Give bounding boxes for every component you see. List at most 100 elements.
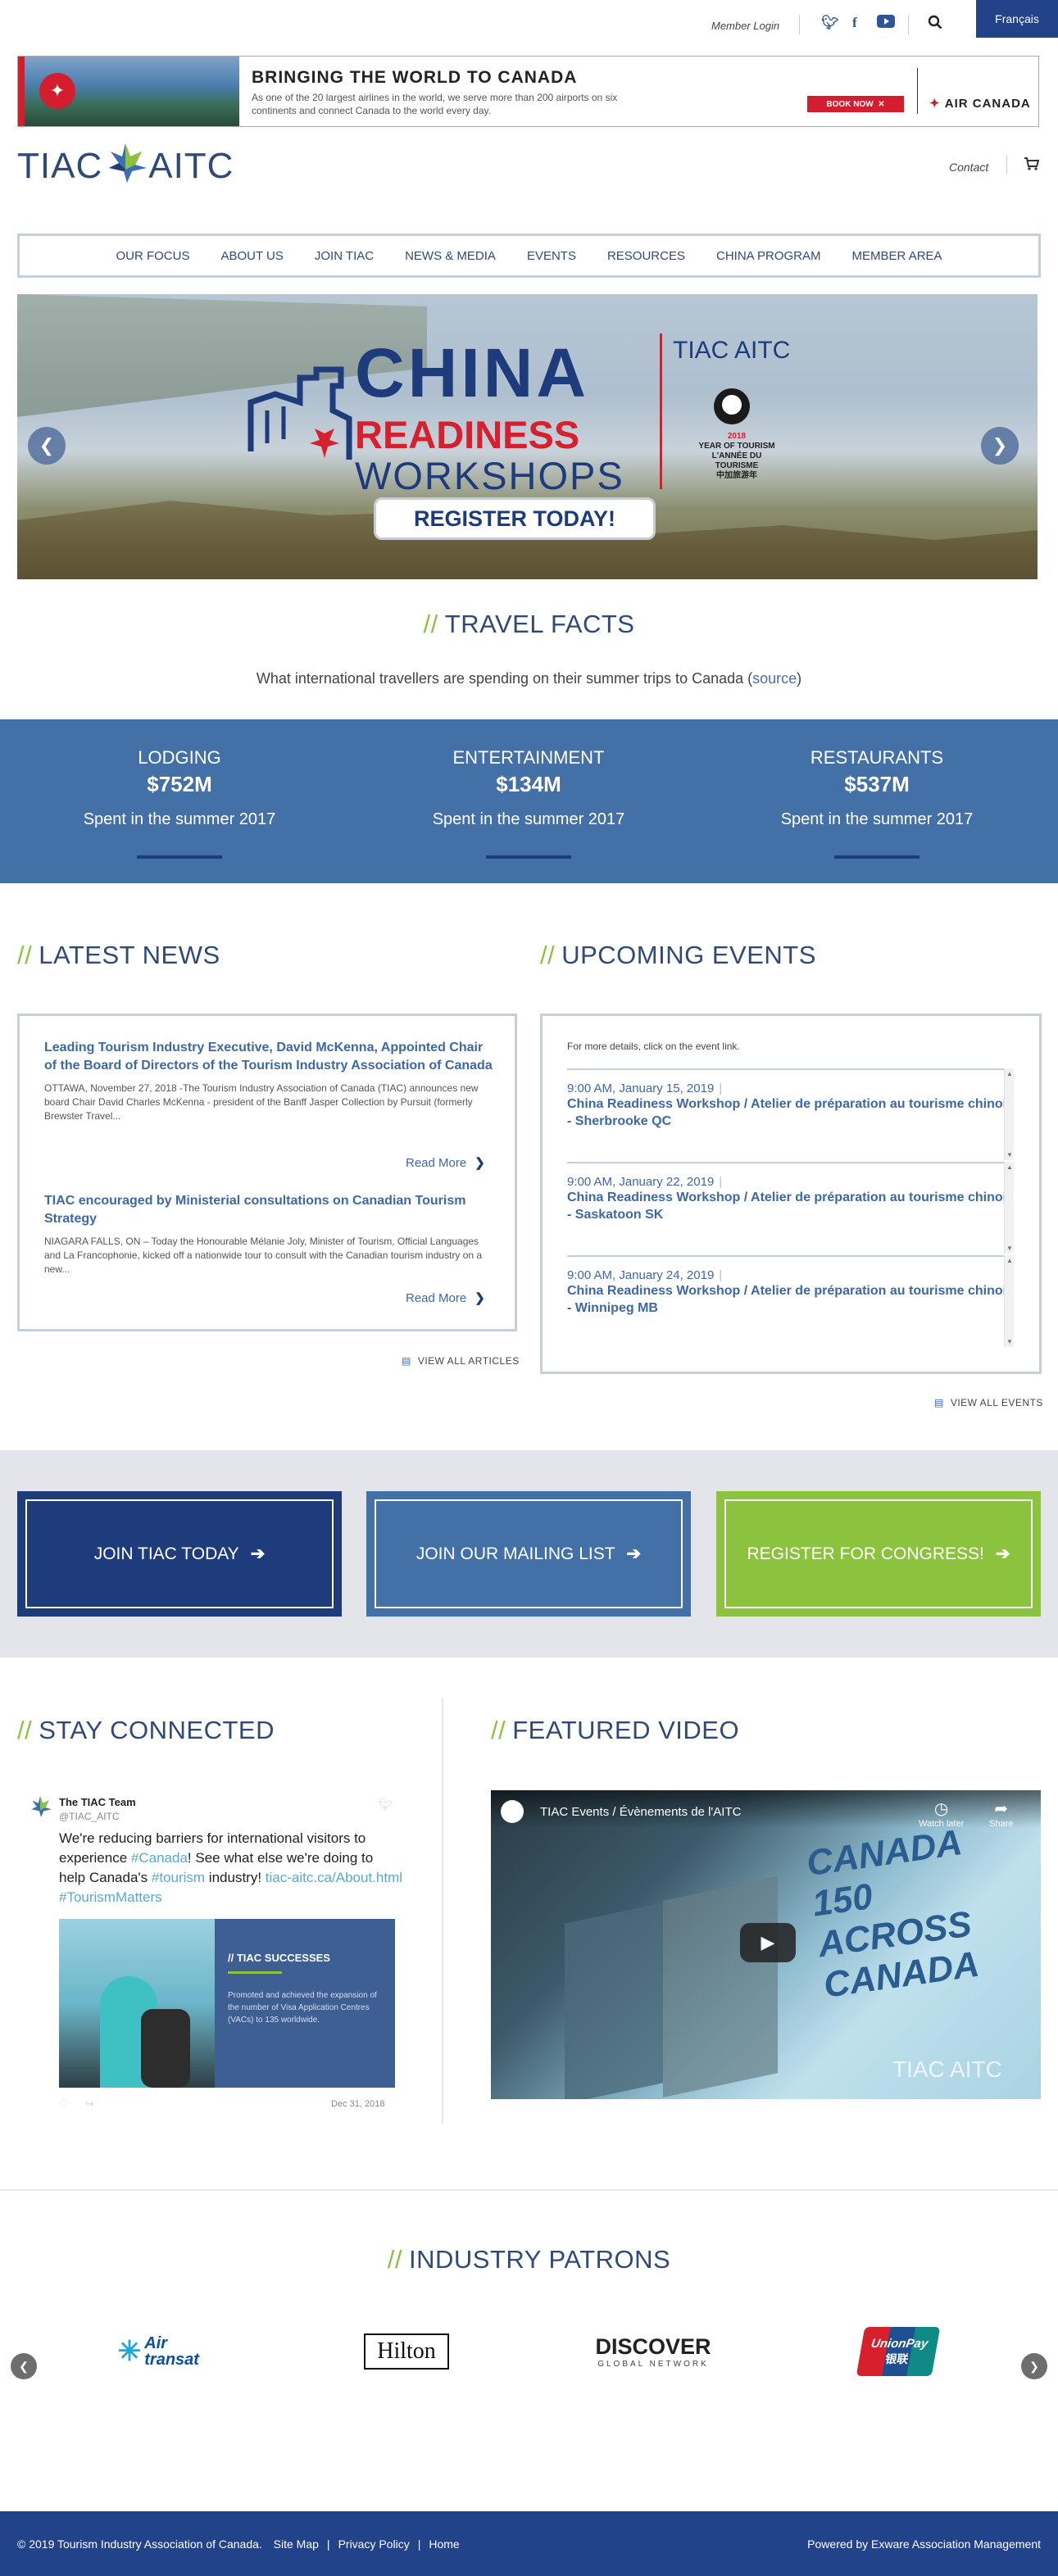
twitter-icon[interactable]: 🐦︎ bbox=[821, 15, 839, 31]
news-excerpt: NIAGARA FALLS, ON – Today the Honourable… bbox=[44, 1236, 483, 1275]
tweet-actions[interactable]: ♡↪ bbox=[59, 2098, 111, 2111]
top-bar: Member Login 🐦︎ f Français bbox=[0, 0, 1058, 51]
divider bbox=[0, 2189, 1058, 2191]
arrow-right-icon: ➔ bbox=[250, 1544, 266, 1563]
nav-events[interactable]: EVENTS bbox=[511, 249, 592, 263]
youtube-icon[interactable] bbox=[877, 15, 895, 32]
air-canada-brand: ✦ AIR CANADA bbox=[929, 97, 1031, 111]
nav-china-program[interactable]: CHINA PROGRAM bbox=[701, 249, 837, 263]
discover-logo[interactable]: DISCOVER GLOBAL NETWORK bbox=[583, 2323, 723, 2380]
contact-link[interactable]: Contact bbox=[949, 161, 988, 174]
copyright-text: © 2019 Tourism Industry Association of C… bbox=[17, 2537, 262, 2551]
home-link[interactable]: Home bbox=[429, 2537, 459, 2551]
hashtag-link[interactable]: #Canada bbox=[131, 1850, 188, 1866]
arrow-right-icon: ➔ bbox=[995, 1544, 1010, 1563]
stay-connected-heading: //STAY CONNECTED bbox=[17, 1716, 275, 1744]
nav-news-media[interactable]: NEWS & MEDIA bbox=[389, 249, 511, 263]
source-link[interactable]: source bbox=[752, 670, 797, 687]
view-all-articles-link[interactable]: ▤ VIEW ALL ARTICLES bbox=[402, 1355, 520, 1367]
event-title-link[interactable]: China Readiness Workshop / Atelier de pr… bbox=[567, 1190, 1014, 1222]
register-congress-button[interactable]: REGISTER FOR CONGRESS! ➔ bbox=[716, 1491, 1041, 1617]
slider-next-icon[interactable]: ❯ bbox=[981, 427, 1019, 465]
avatar[interactable] bbox=[28, 1794, 52, 1819]
mailing-list-button[interactable]: JOIN OUR MAILING LIST ➔ bbox=[366, 1491, 691, 1617]
hashtag-link[interactable]: #tourism bbox=[152, 1870, 205, 1885]
patrons-prev-icon[interactable]: ❮ bbox=[11, 2353, 37, 2379]
ad-lake-photo: ✦ bbox=[25, 57, 239, 126]
hashtag-link[interactable]: #TourismMatters bbox=[59, 1889, 162, 1905]
event-scrollbar[interactable]: ▲ ▼ bbox=[1004, 1162, 1014, 1254]
read-more-link[interactable]: Read More ❯ bbox=[406, 1155, 485, 1170]
share-icon: ↪ bbox=[84, 2098, 111, 2110]
divider bbox=[1006, 156, 1007, 174]
event-scrollbar[interactable]: ▲ ▼ bbox=[1004, 1255, 1014, 1347]
divider bbox=[908, 15, 909, 34]
twitter-icon[interactable]: 🐦︎ bbox=[379, 1798, 393, 1812]
panda-icon bbox=[714, 388, 750, 424]
nav-member-area[interactable]: MEMBER AREA bbox=[837, 249, 958, 263]
youtube-video-player[interactable]: CANADA 150 ACROSS CANADA TIAC Events / É… bbox=[491, 1790, 1041, 2099]
member-login-link[interactable]: Member Login bbox=[711, 20, 779, 32]
event-item: 9:00 AM, January 24, 2019 | China Readine… bbox=[567, 1255, 1014, 1317]
calendar-icon: ▤ bbox=[934, 1397, 944, 1408]
tweet-url-link[interactable]: tiac-aitc.ca/About.html bbox=[266, 1870, 402, 1885]
site-map-link[interactable]: Site Map bbox=[274, 2537, 319, 2551]
tiac-logo[interactable]: TIAC AITC bbox=[17, 143, 234, 189]
great-wall-icon bbox=[243, 361, 366, 460]
nav-our-focus[interactable]: OUR FOCUS bbox=[100, 249, 205, 263]
arrow-right-icon: ➔ bbox=[626, 1544, 642, 1563]
year-of-tourism-badge: 2018 YEAR OF TOURISM L'ANNÉE DU TOURISME 中加… bbox=[698, 432, 775, 480]
powered-by-link[interactable]: Powered by Exware Association Management bbox=[807, 2537, 1041, 2551]
events-note: For more details, click on the event lin… bbox=[567, 1041, 740, 1052]
air-canada-logo-icon: ✦ bbox=[39, 73, 75, 109]
nav-resources[interactable]: RESOURCES bbox=[592, 249, 701, 263]
hilton-logo[interactable]: Hilton bbox=[354, 2323, 459, 2380]
news-title-link[interactable]: TIAC encouraged by Ministerial consultat… bbox=[44, 1194, 465, 1226]
tweet-media-card[interactable]: // TIAC SUCCESSES Promoted and achieved … bbox=[59, 1919, 395, 2088]
video-watermark: TIAC AITC bbox=[892, 2057, 1002, 2082]
event-title-link[interactable]: China Readiness Workshop / Atelier de pr… bbox=[567, 1097, 1014, 1128]
travel-facts-band: LODGING $752M Spent in the summer 2017 E… bbox=[0, 719, 1058, 883]
hero-tiac-logo: TIAC AITC bbox=[673, 337, 791, 364]
air-transat-logo[interactable]: ✳ Air transat bbox=[98, 2323, 229, 2380]
video-title[interactable]: TIAC Events / Évènements de l'AITC bbox=[540, 1805, 741, 1819]
event-scrollbar[interactable]: ▲ ▼ bbox=[1004, 1068, 1014, 1160]
play-icon[interactable]: ▶ bbox=[740, 1923, 796, 1962]
travel-facts-heading: //TRAVEL FACTS bbox=[423, 610, 635, 638]
tweet-author[interactable]: The TIAC Team bbox=[59, 1796, 136, 1808]
channel-avatar[interactable] bbox=[501, 1800, 524, 1823]
divider bbox=[799, 15, 800, 34]
events-box: For more details, click on the event lin… bbox=[540, 1014, 1042, 1374]
cart-icon[interactable] bbox=[1024, 157, 1040, 175]
share-button[interactable]: ➦ Share bbox=[989, 1798, 1013, 1829]
slider-prev-icon[interactable]: ❮ bbox=[28, 427, 66, 465]
ad-headline: BRINGING THE WORLD TO CANADA bbox=[252, 68, 578, 87]
news-title-link[interactable]: Leading Tourism Industry Executive, Davi… bbox=[44, 1041, 493, 1073]
search-icon[interactable] bbox=[928, 15, 942, 34]
facebook-icon[interactable]: f bbox=[852, 15, 857, 31]
nav-join-tiac[interactable]: JOIN TIAC bbox=[299, 249, 389, 263]
watch-later-button[interactable]: ◷ Watch later bbox=[919, 1798, 964, 1829]
air-canada-ad-banner[interactable]: ✦ BRINGING THE WORLD TO CANADA As one of… bbox=[17, 56, 1039, 127]
event-time: 9:00 AM, January 15, 2019 | bbox=[567, 1082, 723, 1095]
privacy-policy-link[interactable]: Privacy Policy bbox=[338, 2537, 410, 2551]
chevron-right-icon: ❯ bbox=[475, 1291, 485, 1305]
view-all-events-link[interactable]: ▤ VIEW ALL EVENTS bbox=[934, 1397, 1043, 1408]
hero-slider[interactable]: CHINA READINESS WORKSHOPS TIAC AITC 2018… bbox=[17, 294, 1038, 579]
tweet-date[interactable]: Dec 31, 2018 bbox=[331, 2099, 384, 2109]
video-overlay-text: CANADA 150 ACROSS CANADA bbox=[804, 1822, 982, 2006]
news-box: Leading Tourism Industry Executive, Davi… bbox=[17, 1014, 517, 1331]
unionpay-logo[interactable]: UnionPay 银联 bbox=[856, 2323, 941, 2380]
nav-about-us[interactable]: ABOUT US bbox=[205, 249, 298, 263]
language-toggle-button[interactable]: Français bbox=[976, 0, 1058, 38]
event-title-link[interactable]: China Readiness Workshop / Atelier de pr… bbox=[567, 1284, 1014, 1315]
video-frame bbox=[663, 1876, 778, 2098]
footer: © 2019 Tourism Industry Association of C… bbox=[0, 2511, 1058, 2576]
patrons-next-icon[interactable]: ❯ bbox=[1021, 2353, 1047, 2379]
register-today-button[interactable]: REGISTER TODAY! bbox=[374, 497, 656, 540]
tweet-handle[interactable]: @TIAC_AITC bbox=[59, 1811, 120, 1822]
join-tiac-button[interactable]: JOIN TIAC TODAY ➔ bbox=[17, 1491, 342, 1617]
latest-news-heading: //LATEST NEWS bbox=[17, 941, 220, 969]
read-more-link[interactable]: Read More ❯ bbox=[406, 1290, 485, 1305]
book-now-button[interactable]: BOOK NOW ✕ bbox=[807, 96, 904, 112]
